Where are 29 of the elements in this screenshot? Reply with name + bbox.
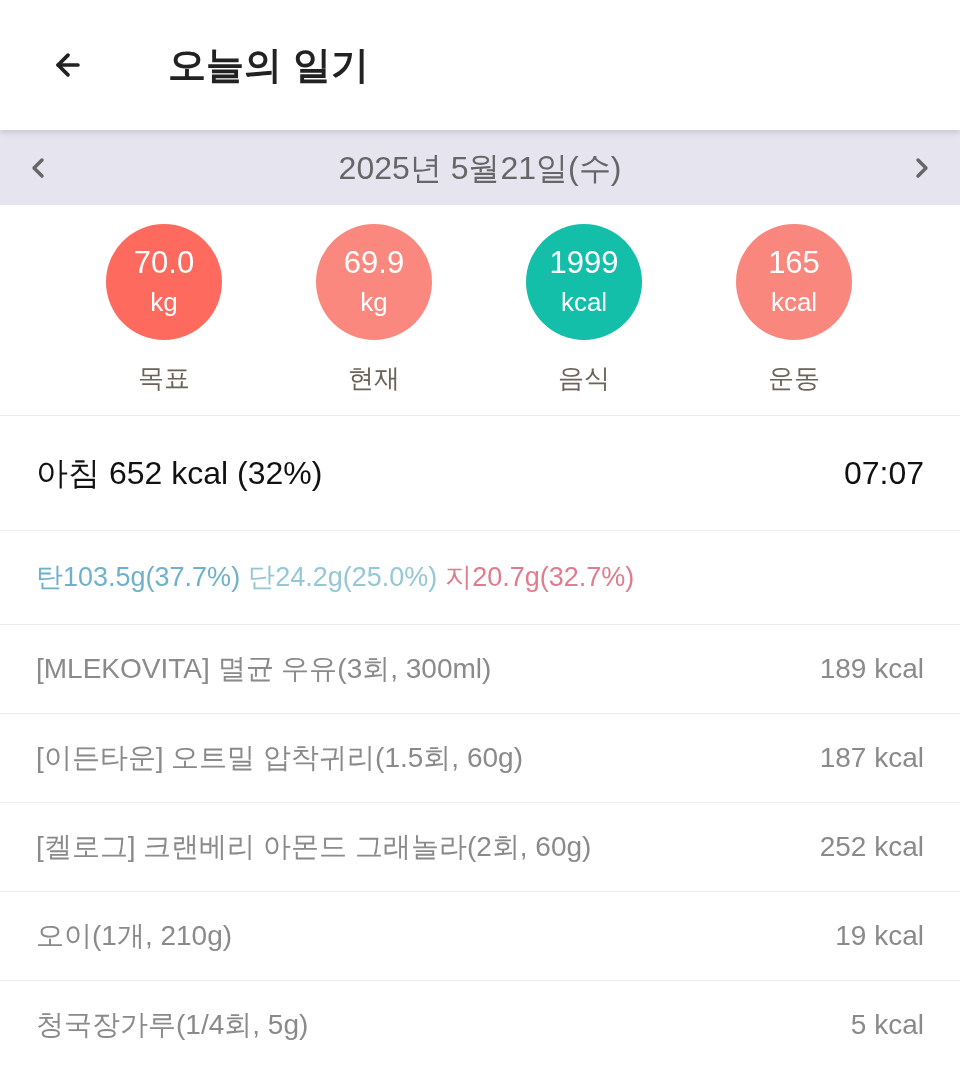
- stat-label: 운동: [768, 362, 820, 394]
- date-label: 2025년 5월21일(수): [337, 148, 623, 188]
- macro-label: 단24.2g(25.0%): [248, 561, 438, 595]
- food-calories: 19 kcal: [835, 919, 924, 953]
- stat-unit: kcal: [560, 286, 608, 319]
- stat-label: 음식: [558, 362, 610, 394]
- stat-value: 1999: [549, 245, 619, 281]
- meal-title: 아침 652 kcal (32%): [36, 454, 323, 493]
- food-calories: 189 kcal: [819, 652, 924, 686]
- food-name: [켈로그] 크랜베리 아몬드 그래놀라(2회, 60g): [36, 830, 592, 864]
- food-calories: 187 kcal: [819, 741, 924, 775]
- meal-time: 07:07: [843, 454, 924, 493]
- stat-label: 목표: [138, 362, 190, 394]
- food-name: 청국장가루(1/4회, 5g): [36, 1008, 309, 1042]
- stat-unit: kcal: [770, 286, 818, 319]
- stat-value: 165: [768, 245, 820, 281]
- food-calories: 5 kcal: [850, 1008, 924, 1042]
- food-name: [MLEKOVITA] 멸균 우유(3회, 300ml): [36, 652, 492, 686]
- food-name: 오이(1개, 210g): [36, 919, 233, 953]
- stat-label: 현재: [348, 362, 400, 394]
- food-calories: 252 kcal: [819, 830, 924, 864]
- macro-label: 탄103.5g(37.7%): [36, 561, 241, 595]
- stat-value: 69.9: [343, 245, 405, 281]
- stat-unit: kg: [150, 286, 178, 319]
- page-title: 오늘의 일기: [168, 42, 369, 88]
- stat-value: 70.0: [133, 245, 195, 281]
- stat-unit: kg: [360, 286, 388, 319]
- macro-label: 지20.7g(32.7%): [445, 561, 635, 595]
- food-name: [이든타운] 오트밀 압착귀리(1.5회, 60g): [36, 741, 523, 775]
